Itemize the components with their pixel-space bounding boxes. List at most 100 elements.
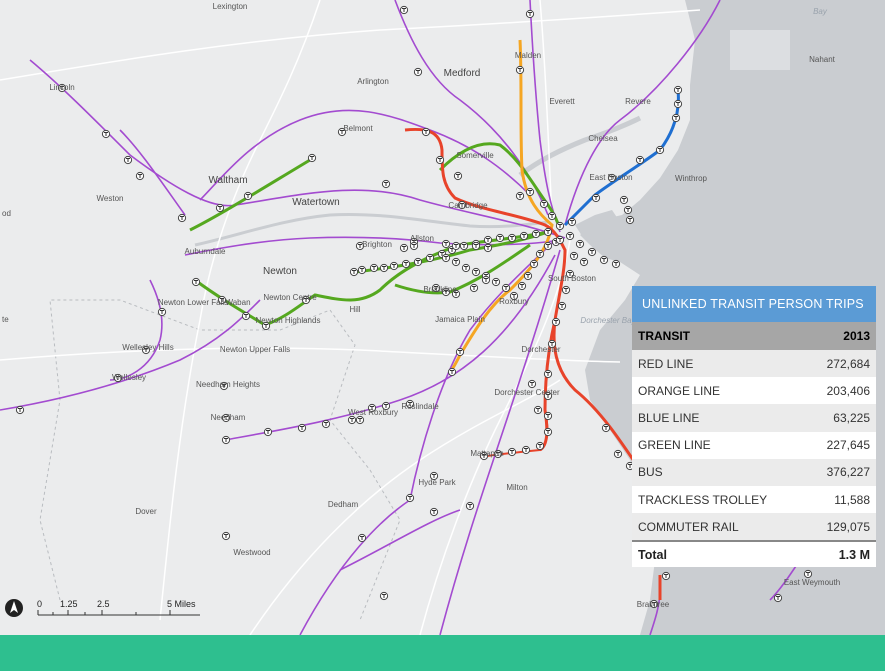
scale-tick-1: 1.25 — [60, 599, 78, 609]
t-station-icon — [625, 215, 635, 225]
place-label-belmont: Belmont — [343, 124, 373, 133]
t-station-icon — [459, 241, 469, 251]
place-label-medford: Medford — [444, 68, 481, 79]
place-label-everett: Everett — [549, 97, 575, 106]
place-label-westroxbury: West Roxbury — [348, 408, 398, 417]
t-station-icon — [435, 155, 445, 165]
t-station-icon — [611, 259, 621, 269]
t-station-icon — [565, 231, 575, 241]
row-value: 11,588 — [834, 492, 870, 507]
t-station-icon — [451, 241, 461, 251]
t-station-icon — [369, 263, 379, 273]
t-station-icon — [601, 423, 611, 433]
place-label-arlington: Arlington — [357, 77, 389, 86]
place-label-leftedge: od — [2, 209, 11, 218]
t-station-icon — [455, 347, 465, 357]
map-slide: Lexington Malden Arlington Medford Lincoln Ev… — [0, 0, 885, 671]
t-station-icon — [547, 211, 557, 221]
place-label-roxbury: Roxbury — [499, 297, 529, 306]
table-total-row: Total 1.3 M — [632, 540, 876, 567]
t-station-icon — [389, 261, 399, 271]
place-label-nahant: Nahant — [809, 55, 836, 64]
t-station-icon — [515, 191, 525, 201]
header-year: 2013 — [843, 329, 870, 343]
place-label-wellesleyhills: Wellesley Hills — [122, 343, 173, 352]
place-label-dorchestercenter: Dorchester Center — [494, 388, 560, 397]
t-station-icon — [413, 257, 423, 267]
t-station-icon — [441, 253, 451, 263]
transit-trips-table: UNLINKED TRANSIT PERSON TRIPS TRANSIT 20… — [632, 286, 876, 568]
table-row: BUS 376,227 — [632, 458, 876, 486]
t-station-icon — [357, 533, 367, 543]
t-station-icon — [221, 435, 231, 445]
row-label: TRACKLESS TROLLEY — [638, 492, 768, 507]
row-value: 129,075 — [826, 519, 870, 534]
place-label-winthrop: Winthrop — [675, 174, 708, 183]
t-station-icon — [773, 593, 783, 603]
t-station-icon — [535, 441, 545, 451]
scale-tick-3: 5 Miles — [167, 599, 196, 609]
t-station-icon — [575, 239, 585, 249]
row-value: 272,684 — [826, 356, 870, 371]
table-header: TRANSIT 2013 — [632, 322, 876, 350]
t-station-icon — [635, 155, 645, 165]
place-label-leftedge2: te — [2, 315, 9, 324]
place-label-needhamheights: Needham Heights — [196, 380, 260, 389]
t-station-icon — [671, 113, 681, 123]
place-label-auburndale: Auburndale — [185, 247, 226, 256]
t-station-icon — [465, 501, 475, 511]
place-label-dorchester: Dorchester — [521, 345, 560, 354]
place-label-chestnuthill: Hill — [349, 305, 360, 314]
t-station-icon — [297, 423, 307, 433]
t-station-icon — [379, 263, 389, 273]
scale-tick-0: 0 — [37, 599, 42, 609]
row-label: BLUE LINE — [638, 410, 700, 425]
place-label-newton: Newton — [263, 266, 297, 277]
t-station-icon — [483, 235, 493, 245]
place-label-weston: Weston — [97, 194, 124, 203]
t-station-icon — [451, 257, 461, 267]
place-label-eastboston: East Boston — [589, 173, 632, 182]
t-station-icon — [543, 411, 553, 421]
t-station-icon — [409, 241, 419, 251]
t-station-icon — [471, 241, 481, 251]
t-station-icon — [557, 301, 567, 311]
place-label-newtonhighlands: Newton Highlands — [256, 316, 321, 325]
row-value: 63,225 — [833, 410, 870, 425]
t-station-icon — [587, 247, 597, 257]
t-station-icon — [241, 311, 251, 321]
t-station-icon — [567, 217, 577, 227]
row-label: RED LINE — [638, 356, 694, 371]
place-label-newtoncentre: Newton Centre — [263, 293, 317, 302]
t-station-icon — [429, 507, 439, 517]
row-label: BUS — [638, 465, 663, 480]
t-station-icon — [481, 275, 491, 285]
t-station-icon — [561, 285, 571, 295]
t-station-icon — [521, 445, 531, 455]
t-station-icon — [321, 419, 331, 429]
north-arrow-icon — [5, 599, 23, 617]
total-value: 1.3 M — [838, 547, 870, 562]
t-station-icon — [471, 267, 481, 277]
place-label-chelsea: Chelsea — [588, 134, 618, 143]
t-station-icon — [399, 243, 409, 253]
t-station-icon — [517, 281, 527, 291]
table-row: ORANGE LINE 203,406 — [632, 377, 876, 404]
t-station-icon — [661, 571, 671, 581]
place-label-lincoln: Lincoln — [49, 83, 74, 92]
row-value: 203,406 — [826, 383, 870, 398]
t-station-icon — [501, 283, 511, 293]
place-label-newtonupperfalls: Newton Upper Falls — [220, 345, 290, 354]
t-station-icon — [535, 249, 545, 259]
t-station-icon — [523, 271, 533, 281]
scale-tick-2: 2.5 — [97, 599, 110, 609]
total-label: Total — [638, 547, 667, 562]
t-station-icon — [413, 67, 423, 77]
t-station-icon — [157, 307, 167, 317]
place-label-somerville: Somerville — [456, 151, 494, 160]
row-label: COMMUTER RAIL — [638, 519, 739, 534]
t-station-icon — [551, 317, 561, 327]
place-label-revere: Revere — [625, 97, 651, 106]
t-station-icon — [543, 369, 553, 379]
t-station-icon — [495, 233, 505, 243]
